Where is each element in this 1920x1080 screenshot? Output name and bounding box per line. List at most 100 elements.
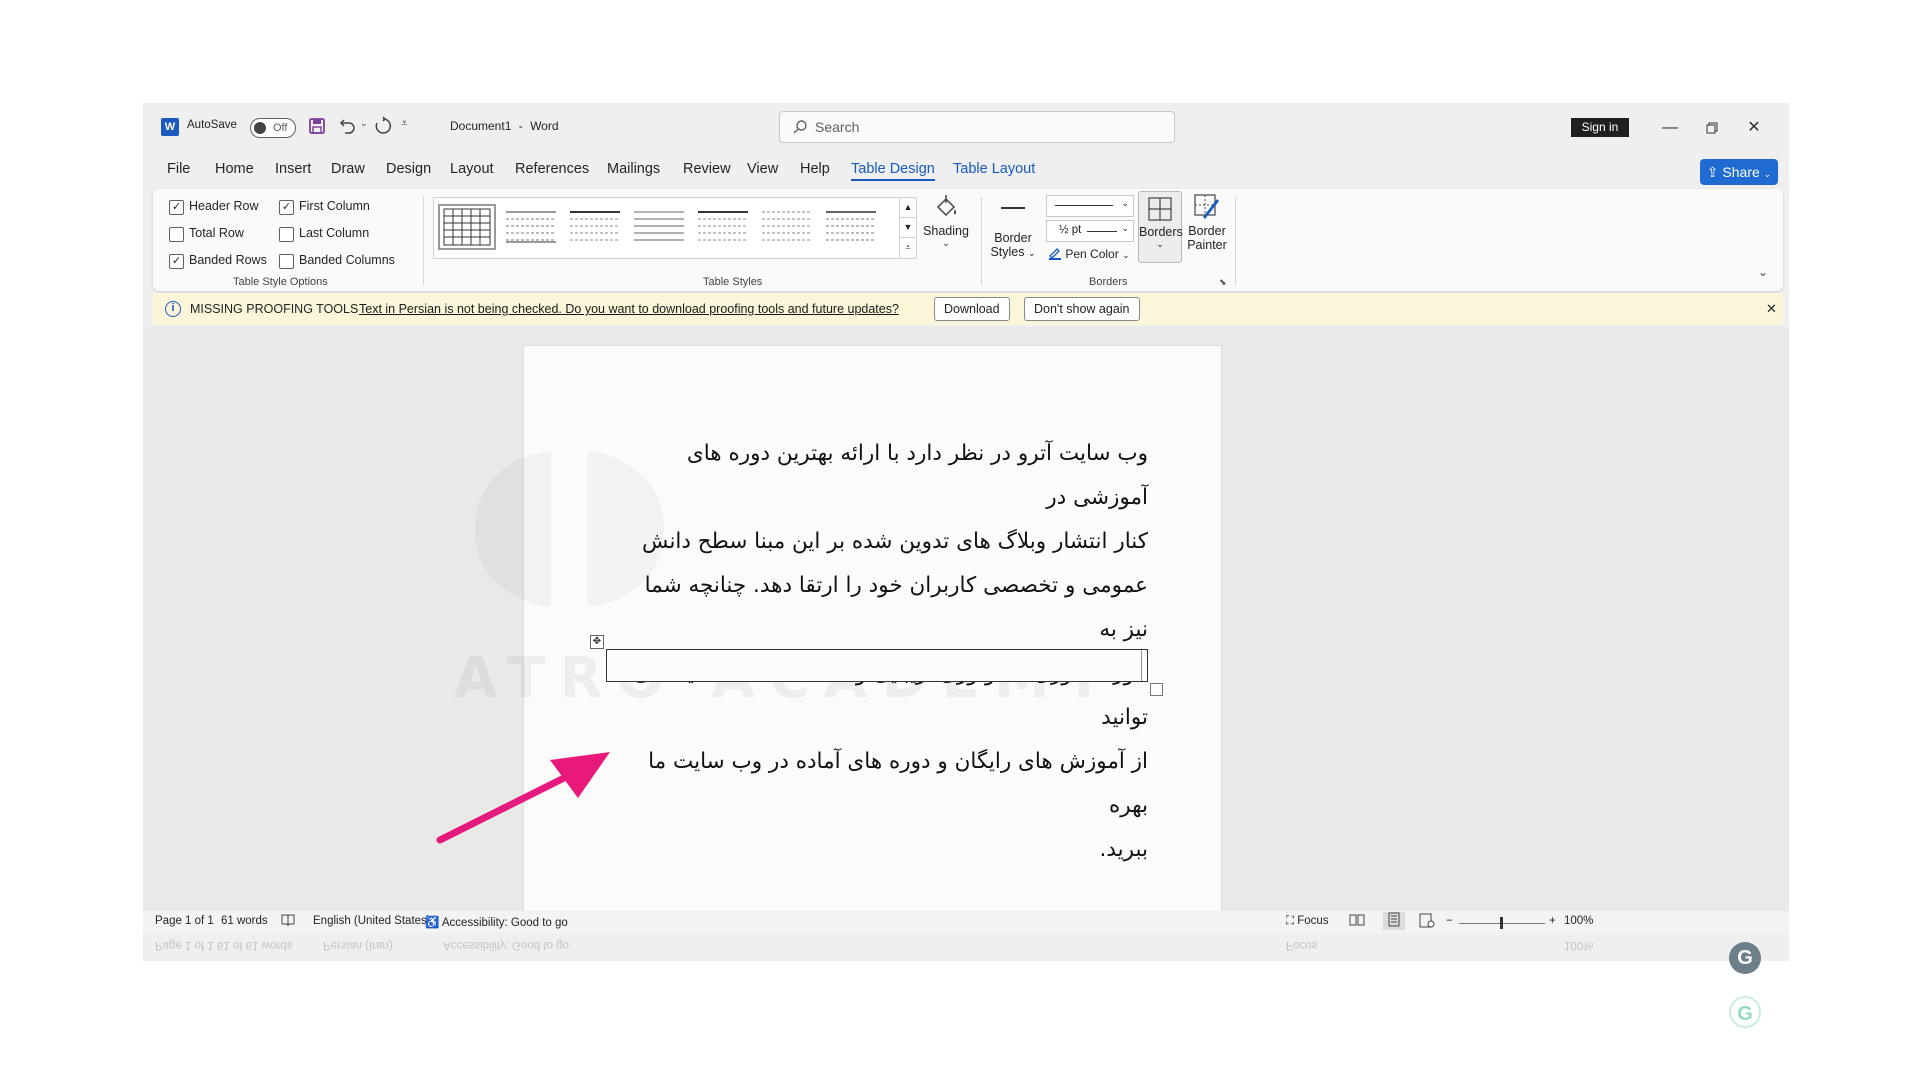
- table-resize-handle[interactable]: [1150, 683, 1163, 696]
- tab-view[interactable]: View: [747, 161, 778, 177]
- tab-help[interactable]: Help: [800, 161, 830, 177]
- customize-icon[interactable]: ⩡: [401, 116, 408, 131]
- sign-in-button[interactable]: Sign in: [1571, 118, 1629, 137]
- word-app-icon: W: [161, 118, 179, 136]
- border-painter-button[interactable]: Border Painter: [1186, 193, 1228, 252]
- tab-references[interactable]: References: [515, 161, 589, 177]
- collapse-ribbon-icon[interactable]: ⌄: [1758, 265, 1768, 279]
- word-count[interactable]: 61 words: [221, 915, 268, 927]
- gallery-up-icon[interactable]: ▲: [900, 198, 916, 217]
- border-styles-button[interactable]: Border Styles ⌄: [989, 197, 1037, 259]
- table-cell[interactable]: [606, 649, 1148, 682]
- web-layout-icon[interactable]: [1419, 913, 1435, 931]
- paragraph-line: عمومی و تخصصی کاربران خود را ارتقا دهد. …: [644, 573, 1148, 642]
- minimize-icon[interactable]: —: [1650, 113, 1690, 143]
- reflection-words: 61 of 61 words: [217, 939, 293, 951]
- language[interactable]: English (United States): [313, 915, 431, 927]
- total-row-checkbox[interactable]: [169, 227, 184, 242]
- tab-layout[interactable]: Layout: [450, 161, 494, 177]
- zoom-level[interactable]: 100%: [1564, 915, 1593, 927]
- table-move-handle-icon[interactable]: ✥: [590, 635, 604, 649]
- dialog-launcher-icon[interactable]: ⬊: [1219, 277, 1227, 288]
- line-weight-dropdown[interactable]: ½ pt ⌄: [1046, 220, 1134, 242]
- header-row-checkbox[interactable]: ✓: [169, 200, 184, 215]
- restore-icon[interactable]: [1692, 113, 1732, 143]
- undo-icon[interactable]: [338, 116, 358, 139]
- undo-dropdown-icon[interactable]: ⌄: [360, 118, 368, 129]
- shading-button[interactable]: Shading ⌄: [921, 193, 971, 249]
- zoom-slider-thumb[interactable]: [1500, 917, 1503, 929]
- banded-rows-checkbox[interactable]: ✓: [169, 254, 184, 269]
- zoom-out-button[interactable]: −: [1446, 915, 1453, 927]
- tab-mailings[interactable]: Mailings: [607, 161, 660, 177]
- autosave-toggle[interactable]: Off: [250, 118, 296, 138]
- group-label-table-styles: Table Styles: [703, 276, 763, 288]
- table-styles-gallery: [433, 197, 900, 259]
- paragraph-line: وب سایت آترو در نظر دارد با ارائه بهترین…: [686, 441, 1148, 510]
- tab-design[interactable]: Design: [386, 161, 431, 177]
- tab-review[interactable]: Review: [683, 161, 731, 177]
- search-box[interactable]: Search: [779, 111, 1175, 143]
- table-style-plain-1[interactable]: [502, 204, 560, 250]
- group-label-borders: Borders: [1089, 276, 1128, 288]
- title-bar: W AutoSave Off ⌄ ⩡ Document1 - Word Sear…: [143, 103, 1789, 153]
- gallery-scroll: ▲ ▼ ⩡: [899, 197, 917, 259]
- share-button[interactable]: ⇪ Share ⌄: [1700, 159, 1778, 185]
- grammarly-icon[interactable]: G: [1729, 942, 1761, 974]
- status-bar: Page 1 of 1 61 words English (United Sta…: [143, 911, 1789, 933]
- accessibility-status[interactable]: ♿ Accessibility: Good to go: [425, 915, 568, 929]
- read-mode-icon[interactable]: [1349, 913, 1365, 930]
- search-icon: [792, 119, 808, 138]
- first-column-checkbox[interactable]: ✓: [279, 200, 294, 215]
- tab-home[interactable]: Home: [215, 161, 254, 177]
- last-column-label: Last Column: [299, 226, 370, 240]
- search-placeholder: Search: [815, 119, 860, 135]
- dont-show-again-button[interactable]: Don't show again: [1024, 297, 1140, 321]
- download-button[interactable]: Download: [934, 297, 1010, 321]
- chevron-down-icon: ⌄: [1121, 223, 1129, 233]
- tab-insert[interactable]: Insert: [275, 161, 311, 177]
- grammarly-reflection-icon: G: [1729, 996, 1761, 1028]
- borders-button[interactable]: Borders ⌄: [1138, 191, 1183, 263]
- infobar-message-link[interactable]: Text in Persian is not being checked. Do…: [359, 302, 899, 316]
- table-style-plain-3[interactable]: [630, 204, 688, 250]
- zoom-in-button[interactable]: +: [1549, 915, 1556, 927]
- chevron-down-icon: ⌄: [1122, 250, 1130, 260]
- tab-file[interactable]: File: [167, 161, 190, 177]
- title-separator: -: [518, 119, 523, 133]
- paragraph-line: از آموزش های رایگان و دوره های آماده در …: [648, 749, 1148, 818]
- doc-title: Document1 - Word: [450, 119, 559, 133]
- border-styles-label-2: Styles ⌄: [990, 245, 1036, 259]
- close-icon[interactable]: ✕: [1734, 113, 1774, 143]
- gallery-down-icon[interactable]: ▼: [900, 217, 916, 237]
- focus-button[interactable]: ⛶ Focus: [1286, 915, 1329, 928]
- banded-columns-checkbox[interactable]: [279, 254, 294, 269]
- table-style-plain-6[interactable]: [822, 204, 880, 250]
- table-style-plain-2[interactable]: [566, 204, 624, 250]
- save-icon[interactable]: [308, 117, 326, 138]
- pen-color-label: Pen Color: [1065, 247, 1119, 261]
- border-painter-icon: [1186, 193, 1228, 224]
- print-layout-icon[interactable]: [1383, 912, 1405, 930]
- table-style-plain-5[interactable]: [758, 204, 816, 250]
- border-styles-label-1: Border: [994, 231, 1032, 245]
- reflection-focus: Focus: [1286, 939, 1318, 951]
- pen-color-button[interactable]: Pen Color ⌄: [1048, 246, 1130, 261]
- table-style-plain-4[interactable]: [694, 204, 752, 250]
- gallery-more-icon[interactable]: ⩡: [900, 237, 916, 257]
- proofing-icon[interactable]: [281, 913, 295, 930]
- redo-icon[interactable]: [373, 116, 393, 139]
- tab-draw[interactable]: Draw: [331, 161, 365, 177]
- document-canvas: ◖◗ ATRO ACADEMY وب سایت آترو در نظر دارد…: [143, 327, 1789, 913]
- line-style-dropdown[interactable]: ⌄: [1046, 195, 1134, 217]
- page-count[interactable]: Page 1 of 1: [155, 915, 214, 927]
- tab-table-design[interactable]: Table Design: [851, 161, 935, 181]
- line-weight-value: ½ pt: [1059, 224, 1082, 236]
- app-name: Word: [530, 119, 559, 133]
- ribbon-separator: [423, 197, 424, 285]
- infobar-close-icon[interactable]: ✕: [1766, 301, 1777, 317]
- last-column-checkbox[interactable]: [279, 227, 294, 242]
- total-row-label: Total Row: [189, 226, 244, 240]
- tab-table-layout[interactable]: Table Layout: [953, 161, 1035, 177]
- table-style-grid[interactable]: [438, 204, 496, 250]
